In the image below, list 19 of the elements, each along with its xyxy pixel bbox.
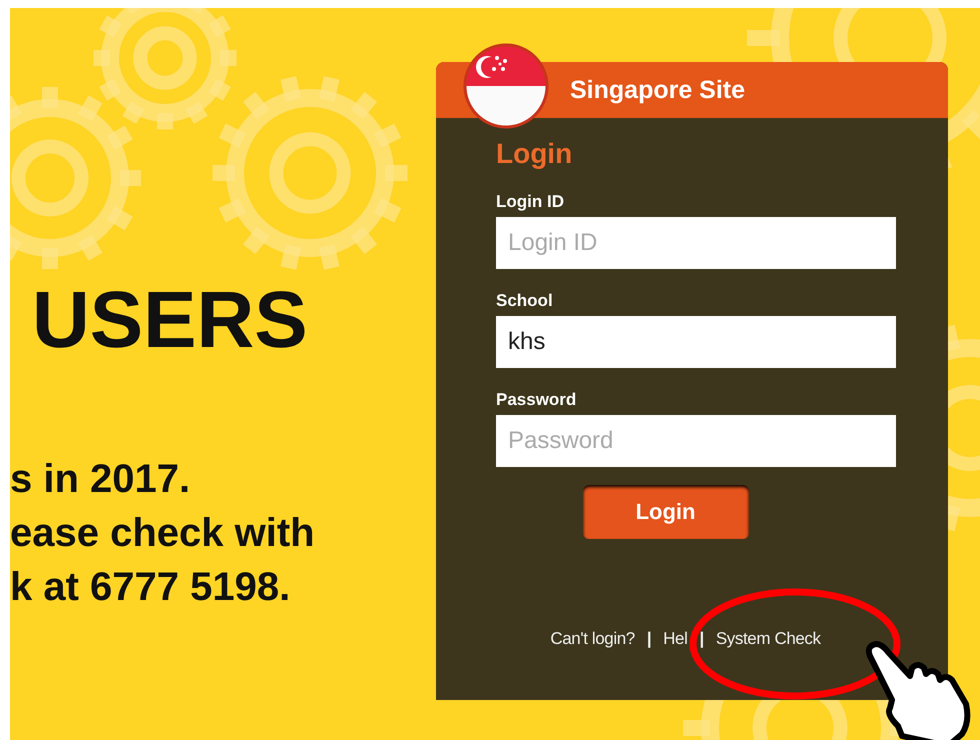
banner-text: k at 6777 5198. <box>10 564 292 611</box>
site-title: Singapore Site <box>570 76 746 104</box>
banner-heading: USERS <box>32 274 309 366</box>
input-field[interactable]: Password <box>496 415 896 467</box>
input-field[interactable]: Login ID <box>496 217 896 269</box>
flag-icon <box>463 43 549 129</box>
login-button[interactable]: Login <box>582 485 748 539</box>
footer-link[interactable]: Can't login? <box>550 629 635 649</box>
banner-text: ease check with <box>10 510 316 557</box>
field-label: School <box>496 291 554 311</box>
footer-link[interactable]: System Check <box>716 629 821 649</box>
link-separator: | <box>646 629 652 649</box>
field-label: Login ID <box>496 192 565 212</box>
login-title: Login <box>496 138 574 170</box>
field-label: Password <box>496 390 578 410</box>
link-separator: | <box>698 629 705 649</box>
banner-text: s in 2017. <box>10 456 192 503</box>
input-field[interactable]: khs <box>496 316 896 368</box>
footer-link[interactable]: Hel <box>663 629 688 649</box>
